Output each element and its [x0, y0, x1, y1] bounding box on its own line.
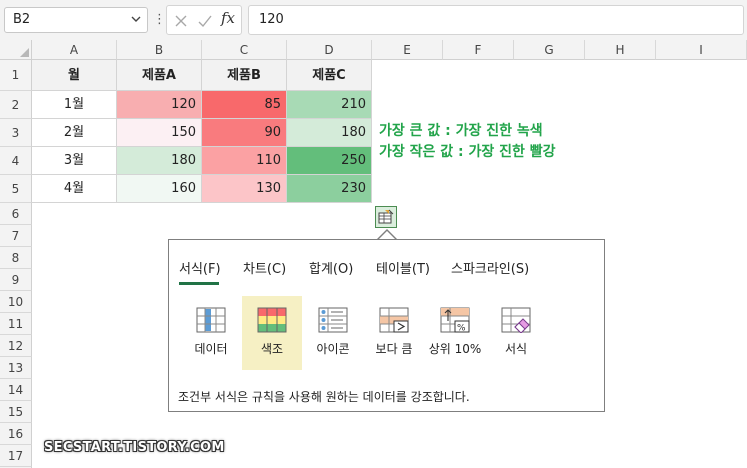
cancel-icon[interactable]: [173, 13, 189, 29]
option-icon-set[interactable]: 아이콘: [303, 296, 363, 370]
column-header-a[interactable]: A: [32, 40, 117, 60]
column-header-g[interactable]: G: [514, 40, 585, 60]
month-cell[interactable]: 4월: [32, 175, 117, 203]
annotation-note: 가장 큰 값 : 가장 진한 녹색 가장 작은 값 : 가장 진한 빨강: [379, 121, 556, 163]
table-header-cell[interactable]: 제품A: [117, 60, 202, 91]
month-cell[interactable]: 2월: [32, 119, 117, 147]
option-color-scale[interactable]: 색조: [242, 296, 302, 370]
row-header-7[interactable]: 7: [0, 225, 32, 247]
value-cell[interactable]: 130: [202, 175, 287, 203]
option-label: 색조: [260, 342, 284, 356]
value-cell[interactable]: 230: [287, 175, 372, 203]
active-tab-indicator: [179, 282, 219, 285]
column-header-h[interactable]: H: [585, 40, 656, 60]
name-box-value: B2: [13, 12, 31, 27]
clear-format-icon: [501, 307, 531, 333]
row-header-9[interactable]: 9: [0, 269, 32, 291]
tab-format[interactable]: 서식(F): [179, 258, 221, 277]
column-header-e[interactable]: E: [372, 40, 443, 60]
row-header-12[interactable]: 12: [0, 335, 32, 357]
column-header-d[interactable]: D: [287, 40, 372, 60]
value-cell[interactable]: 120: [117, 91, 202, 119]
value-cell[interactable]: 210: [287, 91, 372, 119]
row-header-10[interactable]: 10: [0, 291, 32, 313]
column-header-i[interactable]: I: [656, 40, 747, 60]
option-label: 데이터: [194, 342, 228, 356]
data-bars-icon: [196, 307, 226, 333]
formula-buttons: fx: [166, 5, 242, 35]
column-header-f[interactable]: F: [443, 40, 514, 60]
row-header-3[interactable]: 3: [0, 119, 32, 147]
panel-description: 조건부 서식은 규칙을 사용해 원하는 데이터를 강조합니다.: [178, 390, 470, 404]
row-header-1[interactable]: 1: [0, 60, 32, 91]
column-header-c[interactable]: C: [202, 40, 287, 60]
row-header-5[interactable]: 5: [0, 175, 32, 203]
tab-tables[interactable]: 테이블(T): [376, 258, 430, 277]
check-icon[interactable]: [197, 13, 213, 29]
option-data-bars[interactable]: 데이터: [181, 296, 241, 370]
select-all-corner[interactable]: [0, 40, 32, 60]
icon-set-icon: [318, 307, 348, 333]
row-header-4[interactable]: 4: [0, 147, 32, 175]
note-line-2: 가장 작은 값 : 가장 진한 빨강: [379, 144, 556, 160]
row-header-2[interactable]: 2: [0, 91, 32, 119]
row-header-15[interactable]: 15: [0, 401, 32, 423]
row-header-11[interactable]: 11: [0, 313, 32, 335]
month-cell[interactable]: 1월: [32, 91, 117, 119]
formula-input[interactable]: 120: [248, 5, 744, 35]
value-cell[interactable]: 180: [287, 119, 372, 147]
value-cell[interactable]: 160: [117, 175, 202, 203]
value-cell[interactable]: 85: [202, 91, 287, 119]
row-header-17[interactable]: 17: [0, 445, 32, 467]
tab-totals[interactable]: 합계(O): [309, 258, 353, 277]
quick-analysis-panel: 서식(F) 차트(C) 합계(O) 테이블(T) 스파크라인(S) 데이터 색조…: [168, 239, 605, 412]
value-cell[interactable]: 150: [117, 119, 202, 147]
svg-text:%: %: [457, 324, 466, 334]
table-header-cell[interactable]: 제품C: [287, 60, 372, 91]
option-label: 보다 큼: [375, 342, 413, 356]
insert-function-icon[interactable]: fx: [221, 9, 235, 27]
table-header-cell[interactable]: 제품B: [202, 60, 287, 91]
value-cell[interactable]: 250: [287, 147, 372, 175]
formula-bar: B2 ⋮ fx 120: [0, 0, 747, 40]
more-options-icon[interactable]: ⋮: [153, 11, 166, 29]
value-cell[interactable]: 90: [202, 119, 287, 147]
table-header-cell[interactable]: 월: [32, 60, 117, 91]
row-header-13[interactable]: 13: [0, 357, 32, 379]
option-top-10-percent[interactable]: % 상위 10%: [425, 296, 485, 370]
option-greater-than[interactable]: 보다 큼: [364, 296, 424, 370]
note-line-1: 가장 큰 값 : 가장 진한 녹색: [379, 123, 543, 139]
month-cell[interactable]: 3월: [32, 147, 117, 175]
excel-window: B2 ⋮ fx 120 ABCDEFGHI 1 2 3 4 5 6 7 8 9 10 11 12 13 1…: [0, 0, 747, 468]
name-box[interactable]: B2: [4, 7, 148, 33]
watermark: SECSTART.TISTORY.COM: [44, 440, 225, 455]
tab-sparklines[interactable]: 스파크라인(S): [451, 258, 529, 277]
value-cell[interactable]: 110: [202, 147, 287, 175]
row-header-8[interactable]: 8: [0, 247, 32, 269]
tab-charts[interactable]: 차트(C): [243, 258, 286, 277]
color-scale-icon: [257, 307, 287, 333]
row-header-14[interactable]: 14: [0, 379, 32, 401]
top-10-percent-icon: %: [440, 307, 470, 333]
greater-than-icon: [379, 307, 409, 333]
option-clear-format[interactable]: 서식: [486, 296, 546, 370]
value-cell[interactable]: 180: [117, 147, 202, 175]
chevron-down-icon[interactable]: [129, 12, 143, 26]
option-label: 서식: [504, 342, 528, 356]
formula-value: 120: [259, 12, 284, 27]
column-header-b[interactable]: B: [117, 40, 202, 60]
quick-analysis-icon: [378, 209, 394, 224]
row-header-16[interactable]: 16: [0, 423, 32, 445]
option-label: 상위 10%: [428, 342, 482, 356]
row-header-6[interactable]: 6: [0, 203, 32, 225]
option-label: 아이콘: [316, 342, 350, 356]
quick-analysis-button[interactable]: [375, 206, 397, 228]
